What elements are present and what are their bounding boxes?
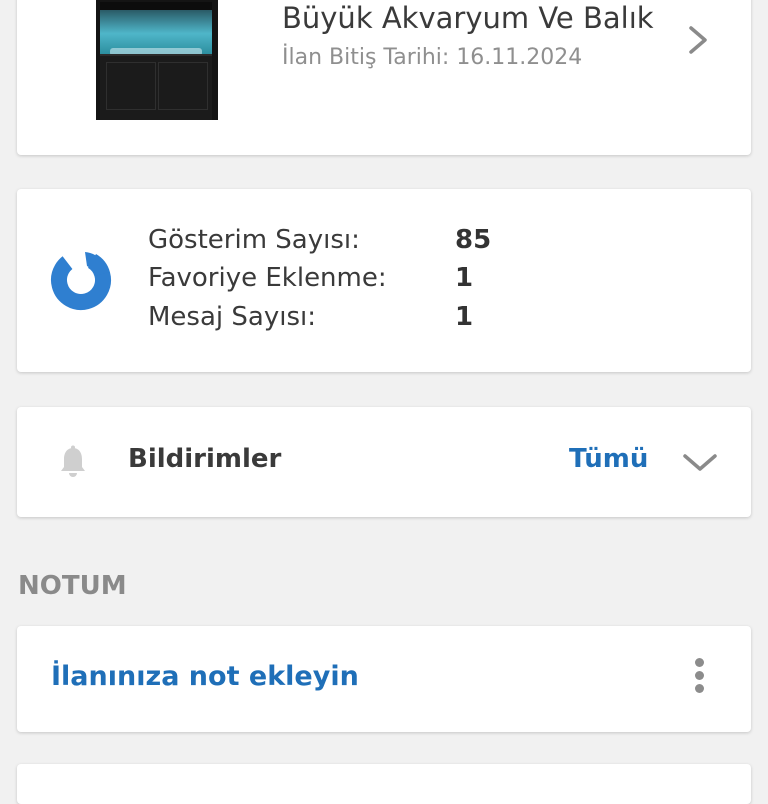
stat-messages-label: Mesaj Sayısı: (148, 302, 316, 332)
notifications-title: Bildirimler (128, 444, 282, 474)
next-card (17, 764, 751, 804)
note-card[interactable]: İlanınıza not ekleyin (17, 626, 751, 732)
aquarium-cabinet (100, 54, 212, 120)
stat-favorites-label: Favoriye Eklenme: (148, 263, 387, 293)
notifications-all-link[interactable]: Tümü (569, 444, 648, 474)
add-note-link[interactable]: İlanınıza not ekleyin (51, 661, 359, 692)
cabinet-door (158, 62, 208, 110)
aquarium-tank (100, 2, 212, 62)
chevron-down-icon[interactable] (681, 447, 719, 477)
chevron-right-icon[interactable] (685, 25, 711, 55)
stat-views-label: Gösterim Sayısı: (148, 225, 360, 255)
note-section-header: NOTUM (18, 571, 127, 601)
listing-end-date: İlan Bitiş Tarihi: 16.11.2024 (282, 45, 583, 70)
cabinet-door (106, 62, 156, 110)
stat-favorites-value: 1 (455, 263, 474, 293)
listing-thumbnail[interactable] (96, 0, 218, 120)
bell-icon (61, 445, 85, 477)
listing-title: Büyük Akvaryum Ve Balık (282, 1, 654, 35)
listing-stats-card: Gösterim Sayısı: 85 Favoriye Eklenme: 1 … (17, 189, 751, 372)
kebab-menu-icon[interactable] (692, 656, 706, 696)
stat-messages-value: 1 (455, 302, 474, 332)
stat-views-value: 85 (455, 225, 492, 255)
notifications-card[interactable]: Bildirimler Tümü (17, 407, 751, 517)
pie-chart-icon (51, 250, 111, 310)
listing-card[interactable]: Büyük Akvaryum Ve Balık İlan Bitiş Tarih… (17, 0, 751, 155)
